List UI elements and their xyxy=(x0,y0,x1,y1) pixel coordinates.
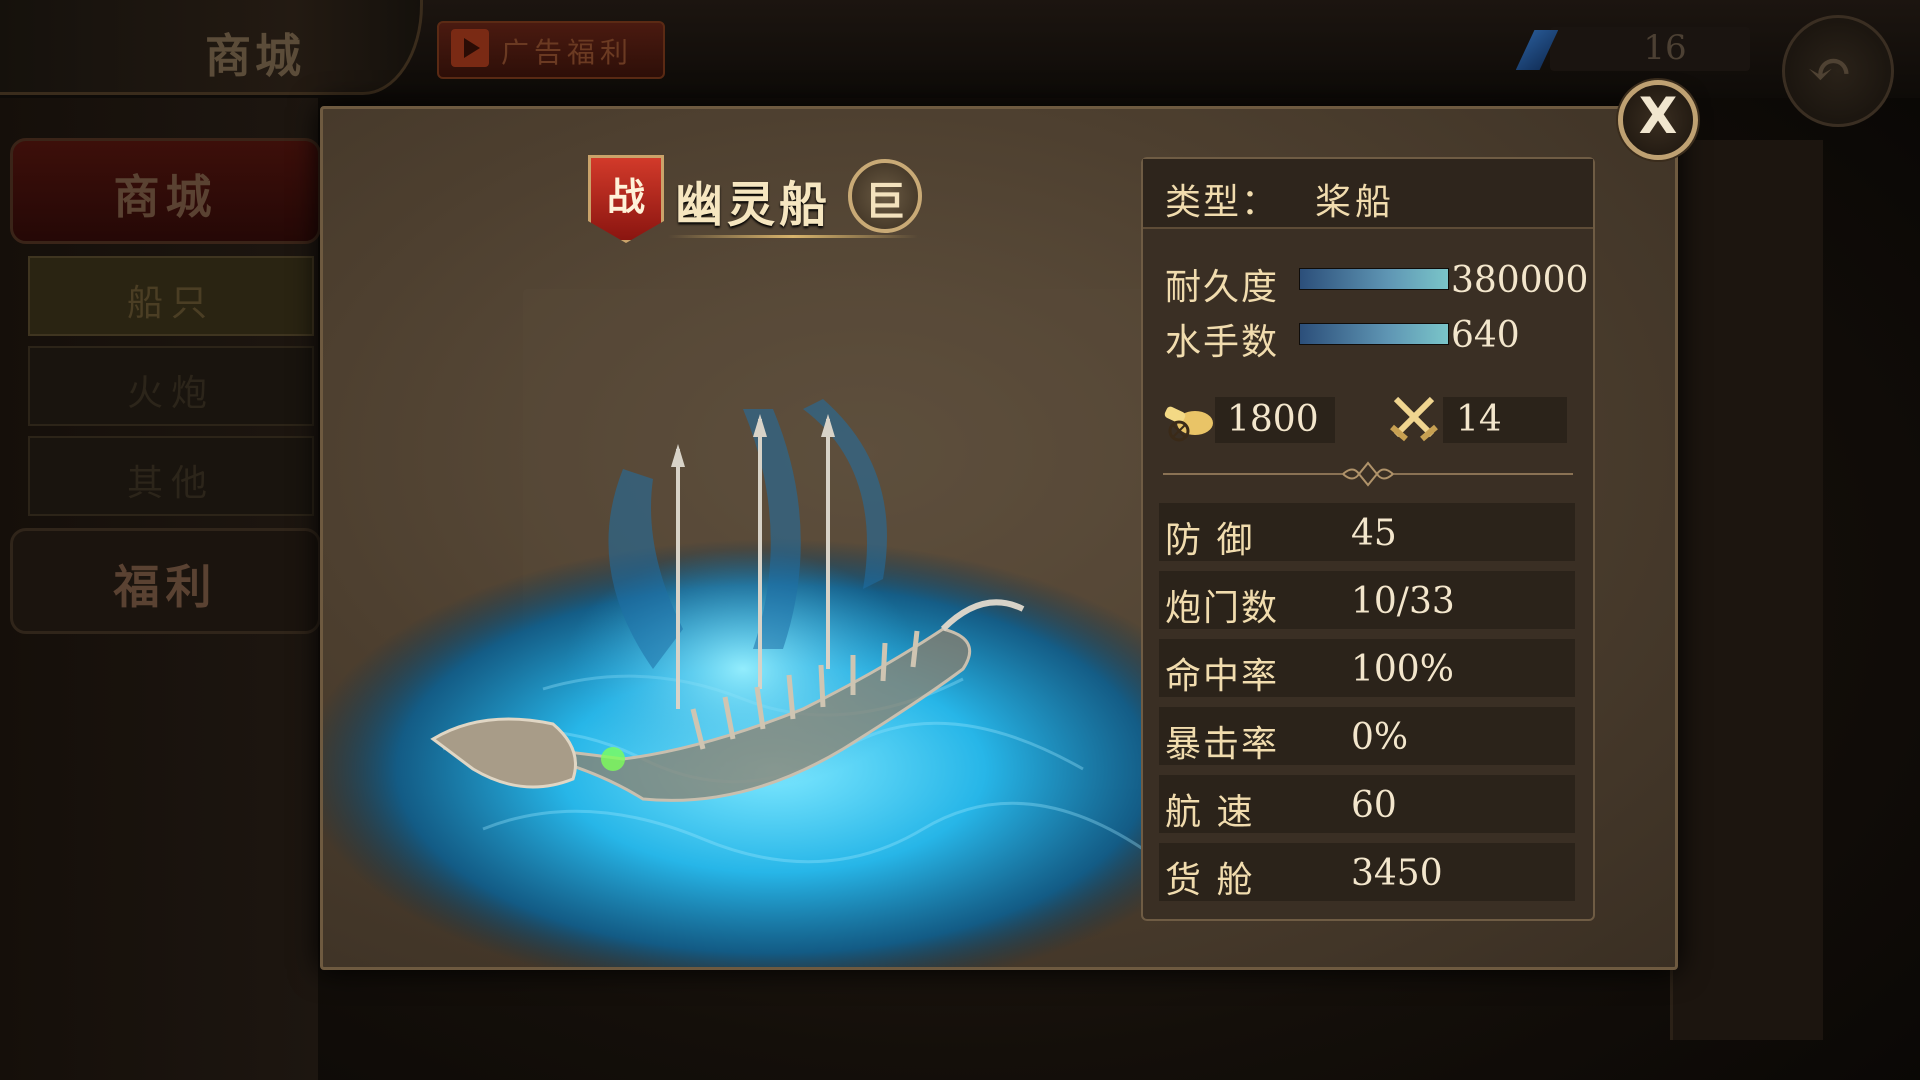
nav-item-label: 其他 xyxy=(126,463,215,504)
close-button[interactable]: X xyxy=(1618,80,1698,160)
nav-welfare-label: 福利 xyxy=(113,560,218,614)
close-icon: X xyxy=(1638,87,1678,145)
top-bar: 商城 广告福利 16 ↶ xyxy=(0,0,1920,127)
sailors-label: 水手数 xyxy=(1165,322,1280,363)
attribute-value: 45 xyxy=(1351,513,1397,554)
back-button[interactable]: ↶ xyxy=(1782,15,1894,127)
attribute-row: 货 舱 3450 xyxy=(1159,843,1575,901)
ship-stats-panel: 类型： 桨船 耐久度 380000 水手数 640 1800 14 防 御 45… xyxy=(1141,157,1595,921)
back-arrow-icon: ↶ xyxy=(1807,38,1853,101)
ship-type-label: 类型： xyxy=(1165,182,1280,223)
nav-shop-tab[interactable]: 商城 xyxy=(10,138,321,244)
sailors-value: 640 xyxy=(1451,315,1520,356)
left-nav: 商城 船只 火炮 其他 福利 xyxy=(0,98,321,1080)
play-icon xyxy=(451,29,489,67)
melee-value: 14 xyxy=(1456,399,1502,440)
shop-title: 商城 xyxy=(205,29,305,83)
nav-item-other[interactable]: 其他 xyxy=(28,436,314,516)
attribute-label: 命中率 xyxy=(1165,656,1280,697)
ship-type-value: 桨船 xyxy=(1315,182,1396,223)
attribute-row: 暴击率 0% xyxy=(1159,707,1575,765)
shop-title-plate: 商城 xyxy=(0,0,423,95)
ship-type-row: 类型： 桨船 xyxy=(1143,159,1593,229)
sailors-bar-fill xyxy=(1300,324,1448,344)
attribute-label: 防 御 xyxy=(1165,520,1255,561)
ornament-divider xyxy=(1163,461,1573,487)
attribute-label: 炮门数 xyxy=(1165,588,1280,629)
durability-bar-fill xyxy=(1300,269,1448,289)
attribute-label: 暴击率 xyxy=(1165,724,1280,765)
background-shop-card xyxy=(523,289,1243,789)
name-underline xyxy=(668,235,918,238)
war-badge-label: 战 xyxy=(606,174,645,219)
attribute-label: 货 舱 xyxy=(1165,860,1255,901)
background-panel xyxy=(1670,140,1823,1040)
durability-bar xyxy=(1299,268,1449,290)
durability-value: 380000 xyxy=(1451,260,1589,301)
ad-reward-button[interactable]: 广告福利 xyxy=(437,21,665,79)
nav-shop-label: 商城 xyxy=(113,170,218,224)
sailors-row: 水手数 640 xyxy=(1165,309,1585,363)
attribute-value: 3450 xyxy=(1351,853,1443,894)
attribute-value: 10/33 xyxy=(1351,581,1455,622)
attribute-label: 航 速 xyxy=(1165,792,1255,833)
attribute-value: 100% xyxy=(1351,649,1454,690)
crossed-swords-icon xyxy=(1390,396,1438,442)
attribute-value: 60 xyxy=(1351,785,1397,826)
attribute-row: 防 御 45 xyxy=(1159,503,1575,561)
gem-count: 16 xyxy=(1643,28,1687,68)
durability-label: 耐久度 xyxy=(1165,267,1280,308)
nav-item-cannons[interactable]: 火炮 xyxy=(28,346,314,426)
ship-detail-dialog: 战 幽灵船 巨 类型： 桨船 耐久度 380000 水手数 640 1800 1… xyxy=(320,106,1678,970)
size-badge: 巨 xyxy=(848,159,922,233)
size-badge-label: 巨 xyxy=(865,178,905,225)
nav-welfare-tab[interactable]: 福利 xyxy=(10,528,321,634)
war-badge: 战 xyxy=(588,155,664,243)
cannon-value: 1800 xyxy=(1227,399,1319,440)
nav-item-ships[interactable]: 船只 xyxy=(28,256,314,336)
attribute-row: 命中率 100% xyxy=(1159,639,1575,697)
ad-reward-label: 广告福利 xyxy=(501,36,634,69)
nav-item-label: 火炮 xyxy=(126,373,215,414)
attribute-value: 0% xyxy=(1351,717,1409,758)
cannon-icon xyxy=(1164,406,1213,442)
attribute-row: 炮门数 10/33 xyxy=(1159,571,1575,629)
sailors-bar xyxy=(1299,323,1449,345)
durability-row: 耐久度 380000 xyxy=(1165,254,1589,308)
game-screen: 商城 广告福利 16 ↶ 商城 船只 火炮 其他 福利 战 幽灵船 巨 类型： … xyxy=(0,0,1920,1080)
attribute-row: 航 速 60 xyxy=(1159,775,1575,833)
ship-name: 幽灵船 xyxy=(675,177,832,233)
nav-item-label: 船只 xyxy=(126,283,215,324)
